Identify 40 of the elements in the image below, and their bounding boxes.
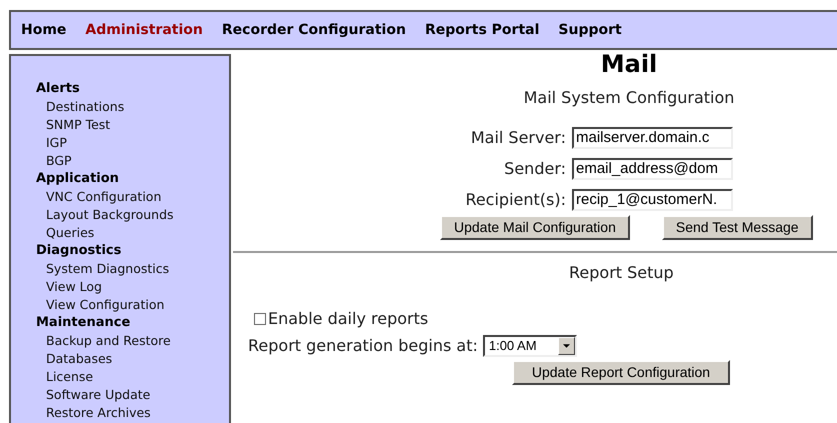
sidebar-item[interactable]: Backup and Restore	[46, 332, 171, 350]
section-heading: Report Setup	[569, 262, 674, 284]
nav-link[interactable]: Administration	[85, 20, 203, 40]
nav-link[interactable]: Reports Portal	[424, 20, 540, 40]
checkbox-label: Enable daily reports	[268, 308, 428, 330]
sidebar-item[interactable]: Destinations	[46, 98, 124, 116]
field-label: Mail Server:	[470, 127, 567, 149]
sidebar-item[interactable]: View Configuration	[46, 296, 164, 314]
nav-link[interactable]: Home	[21, 20, 66, 40]
page-title: Mail	[600, 50, 658, 78]
section-heading: Mail System Configuration	[524, 87, 734, 109]
sidebar-item[interactable]: Software Update	[46, 386, 150, 404]
text-field[interactable]: email_address@dom	[572, 158, 733, 180]
sidebar-item[interactable]: VNC Configuration	[46, 188, 162, 206]
sidebar-item[interactable]: BGP	[46, 152, 72, 170]
action-button[interactable]: Send Test Message	[662, 215, 813, 240]
sidebar-item[interactable]: IGP	[46, 134, 67, 152]
action-button[interactable]: Update Report Configuration	[512, 360, 730, 385]
nav-link[interactable]: Support	[558, 20, 622, 40]
sidebar-heading: Alerts	[36, 80, 80, 98]
field-label: Recipient(s):	[464, 189, 567, 211]
sidebar-item[interactable]: Databases	[46, 350, 112, 368]
sidebar-item[interactable]: Layout Backgrounds	[46, 206, 174, 224]
sidebar-item[interactable]: System Diagnostics	[46, 260, 170, 278]
sidebar-item[interactable]: Restore Archives	[46, 404, 151, 422]
text-field[interactable]: recip_1@customerN.	[572, 189, 733, 211]
sidebar-item[interactable]: SNMP Test	[46, 116, 110, 134]
sidebar-item[interactable]: License	[46, 368, 94, 386]
text-field[interactable]: mailserver.domain.c	[572, 127, 733, 149]
field-label: Sender:	[503, 158, 567, 180]
sidebar-item[interactable]: Queries	[46, 224, 94, 242]
sidebar-heading: Application	[36, 170, 119, 188]
checkbox[interactable]	[254, 313, 266, 325]
time-dropdown[interactable]: 1:00 AM	[482, 335, 577, 357]
sidebar-heading: Maintenance	[36, 314, 130, 332]
nav-link[interactable]: Recorder Configuration	[222, 20, 406, 40]
sidebar-item[interactable]: View Log	[46, 278, 102, 296]
sidebar-heading: Diagnostics	[36, 242, 122, 260]
action-button[interactable]: Update Mail Configuration	[440, 215, 630, 240]
field-label: Report generation begins at:	[248, 335, 478, 357]
